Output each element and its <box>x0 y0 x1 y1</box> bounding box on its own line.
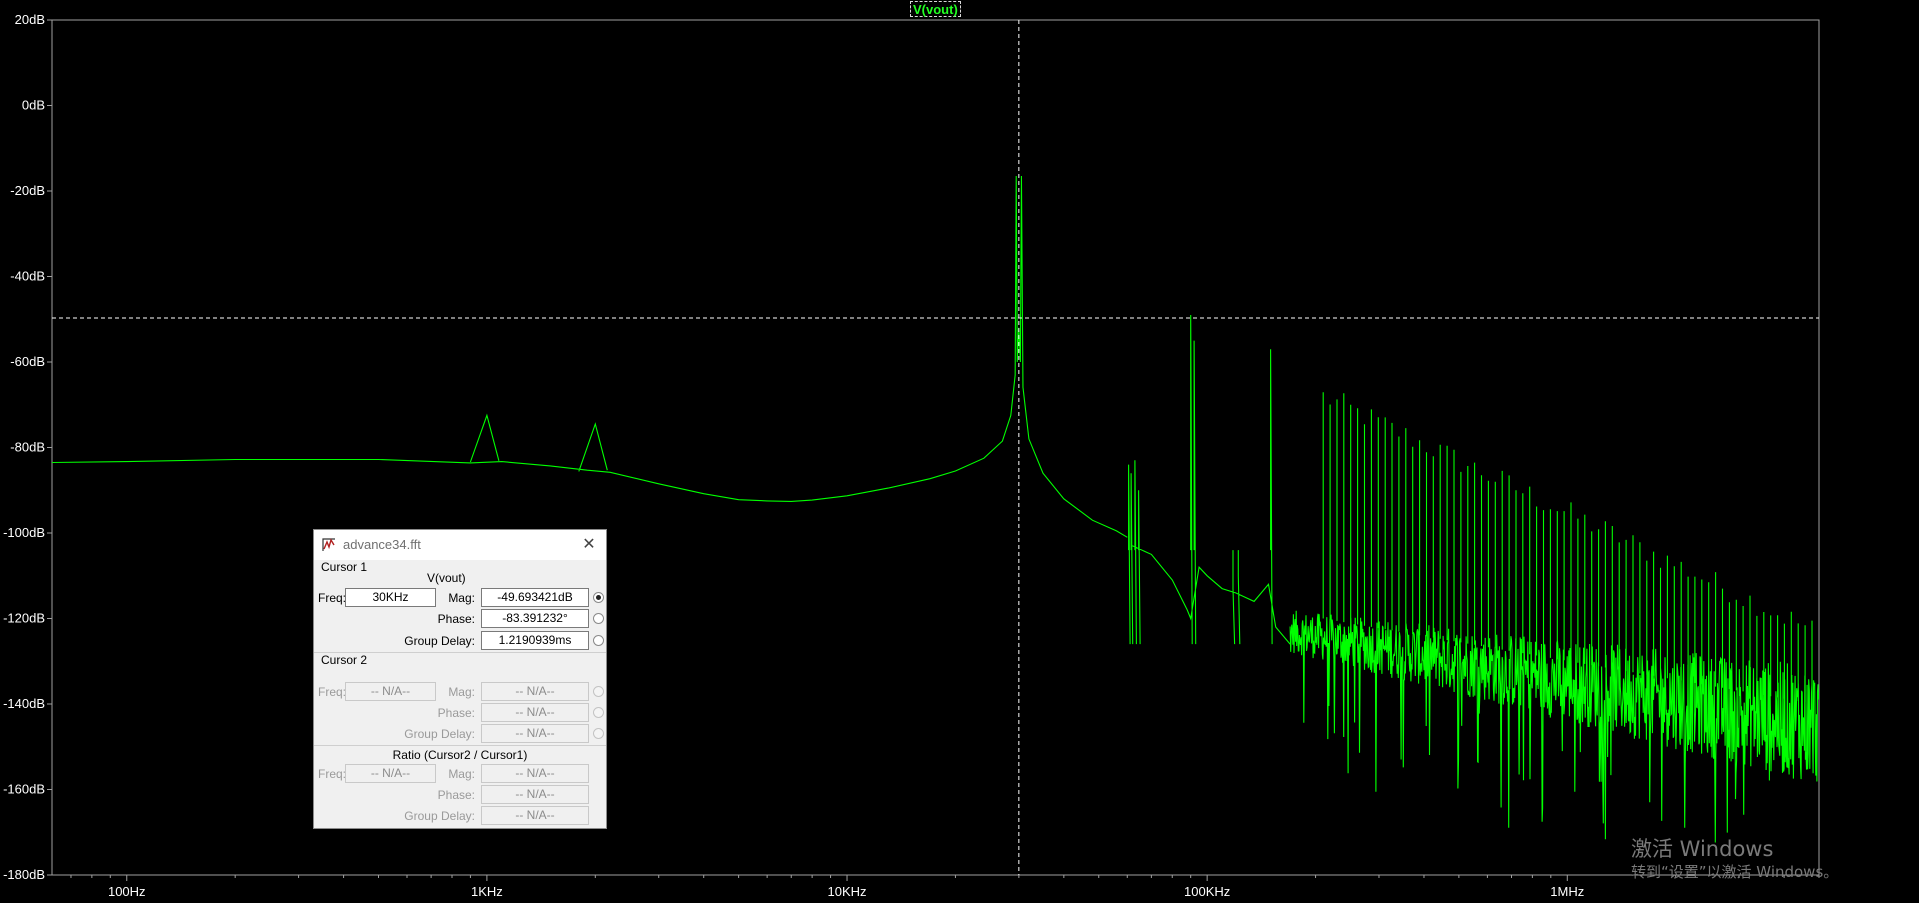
trace-title-label[interactable]: V(vout) <box>910 1 961 17</box>
y-tick-label: 0dB <box>22 98 45 113</box>
y-tick-label: -100dB <box>3 525 45 540</box>
y-tick-label: -60dB <box>10 354 45 369</box>
x-tick-label: 1MHz <box>1550 884 1584 899</box>
ratio-group-delay-label: Group Delay: <box>404 809 475 823</box>
y-axis: 20dB 0dB -20dB -40dB -60dB -80dB -100dB -120dB -… <box>3 12 52 882</box>
y-tick-label: -120dB <box>3 611 45 626</box>
cursor1-group-delay-field[interactable]: 1.2190939ms <box>481 631 589 650</box>
ltspice-icon <box>322 538 335 551</box>
cursor1-mag-field[interactable]: -49.693421dB <box>481 588 589 607</box>
ratio-phase-field[interactable]: -- N/A-- <box>481 785 589 804</box>
divider <box>314 745 606 746</box>
ratio-header: Ratio (Cursor2 / Cursor1) <box>392 748 528 762</box>
cursor2-freq-label: Freq: <box>318 685 347 699</box>
cursor1-group-delay-radio[interactable] <box>593 635 604 646</box>
cursor1-freq-field[interactable]: 30KHz <box>345 588 436 607</box>
fft-plot[interactable]: 20dB 0dB -20dB -40dB -60dB -80dB -100dB -120dB -… <box>0 0 1919 903</box>
x-axis: 100Hz 1KHz 10KHz 100KHz 1MHz <box>70 875 1820 899</box>
y-tick-label: -20dB <box>10 183 45 198</box>
y-tick-label: -140dB <box>3 696 45 711</box>
cursor1-group-delay-label: Group Delay: <box>404 634 475 648</box>
dialog-titlebar[interactable]: advance34.fft ✕ <box>314 530 606 560</box>
ratio-freq-label: Freq: <box>318 767 347 781</box>
cursor2-header: Cursor 2 <box>321 653 368 667</box>
y-tick-label: -160dB <box>3 782 45 797</box>
cursor1-phase-field[interactable]: -83.391232° <box>481 609 589 628</box>
y-tick-label: -40dB <box>10 269 45 284</box>
cursor1-freq-label: Freq: <box>318 591 347 605</box>
ratio-phase-label: Phase: <box>437 788 475 802</box>
x-tick-label: 1KHz <box>471 884 503 899</box>
dialog-title: advance34.fft <box>343 537 421 552</box>
cursor1-trace-name: V(vout) <box>427 571 466 585</box>
cursor2-mag-field[interactable]: -- N/A-- <box>481 682 589 701</box>
x-tick-label: 10KHz <box>828 884 867 899</box>
ratio-group-delay-field[interactable]: -- N/A-- <box>481 806 589 825</box>
y-tick-label: -180dB <box>3 867 45 882</box>
cursor-dialog[interactable]: advance34.fft ✕ Cursor 1 V(vout) Freq: 3… <box>313 529 607 829</box>
y-tick-label: 20dB <box>15 12 45 27</box>
cursor1-phase-label: Phase: <box>437 612 475 626</box>
cursor2-freq-field[interactable]: -- N/A-- <box>345 682 436 701</box>
cursor1-mag-label: Mag: <box>448 591 475 605</box>
ratio-freq-field[interactable]: -- N/A-- <box>345 764 436 783</box>
cursor1-mag-radio[interactable] <box>593 592 604 603</box>
cursor2-group-delay-radio[interactable] <box>593 728 604 739</box>
cursor2-group-delay-field[interactable]: -- N/A-- <box>481 724 589 743</box>
cursor2-mag-radio[interactable] <box>593 686 604 697</box>
close-icon[interactable]: ✕ <box>577 534 601 556</box>
x-tick-label: 100KHz <box>1184 884 1230 899</box>
cursor1-phase-radio[interactable] <box>593 613 604 624</box>
cursor2-phase-label: Phase: <box>437 706 475 720</box>
cursor2-phase-radio[interactable] <box>593 707 604 718</box>
y-tick-label: -80dB <box>10 440 45 455</box>
cursor2-phase-field[interactable]: -- N/A-- <box>481 703 589 722</box>
cursor1-header: Cursor 1 <box>321 560 368 574</box>
cursor2-group-delay-label: Group Delay: <box>404 727 475 741</box>
ratio-mag-field[interactable]: -- N/A-- <box>481 764 589 783</box>
cursor2-mag-label: Mag: <box>448 685 475 699</box>
ratio-mag-label: Mag: <box>448 767 475 781</box>
x-tick-label: 100Hz <box>108 884 146 899</box>
